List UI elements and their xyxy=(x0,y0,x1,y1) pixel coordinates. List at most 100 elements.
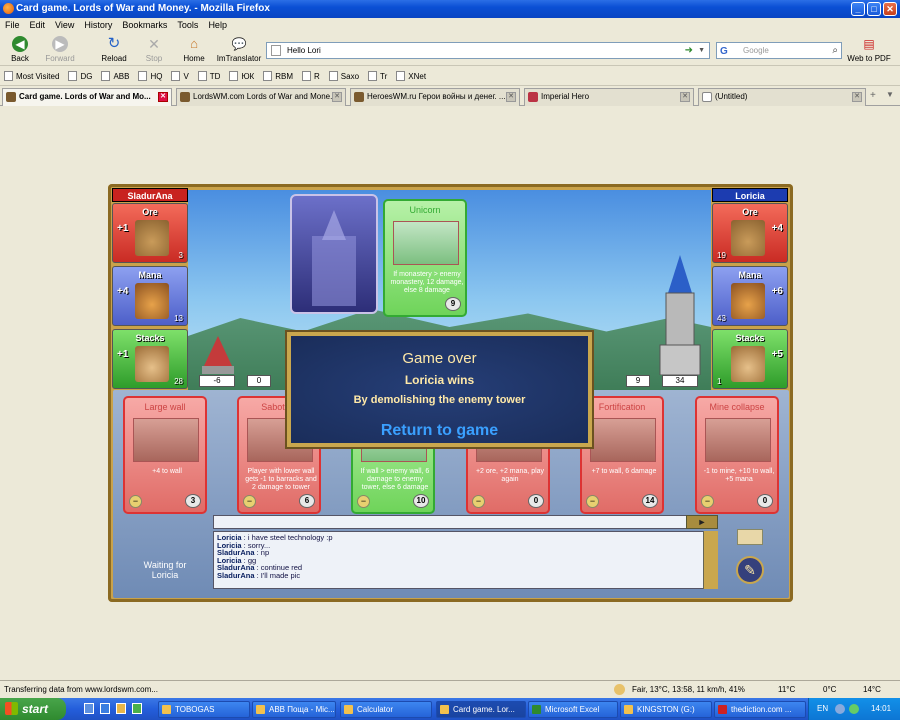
go-arrow-icon[interactable]: ➜ xyxy=(685,43,693,58)
quicklaunch-app-icon[interactable] xyxy=(132,703,142,714)
reload-button[interactable]: ↻ Reload xyxy=(96,35,132,64)
close-tab-icon[interactable]: ✕ xyxy=(680,92,690,102)
bookmark-abb[interactable]: ABB xyxy=(101,71,129,81)
start-button[interactable]: start xyxy=(0,698,66,720)
return-to-game-link[interactable]: Return to game xyxy=(291,422,588,440)
task-thediction[interactable]: thediction.com ... xyxy=(714,701,806,718)
new-tab-icon[interactable]: + xyxy=(870,90,876,101)
hand-card[interactable]: Mine collapse -1 to mine, +10 to wall, +… xyxy=(695,396,779,514)
card-cost: 3 xyxy=(185,494,201,508)
menu-view[interactable]: View xyxy=(55,18,74,33)
bookmark-xnet[interactable]: XNet xyxy=(396,71,426,81)
temperature-3: 14°C xyxy=(863,685,881,694)
resource-label: Mana xyxy=(738,270,762,280)
chat-message: SladurAna : I'll made pic xyxy=(217,570,301,580)
imtranslator-button[interactable]: 💬 ImTranslator xyxy=(214,35,264,63)
url-dropdown-icon[interactable]: ▼ xyxy=(698,43,705,58)
close-tab-icon[interactable]: ✕ xyxy=(332,92,342,102)
stop-icon: ✕ xyxy=(148,36,160,52)
home-button[interactable]: ⌂ Home xyxy=(176,35,212,63)
home-icon: ⌂ xyxy=(190,36,198,51)
bookmark-icon xyxy=(263,71,273,81)
menu-file[interactable]: File xyxy=(5,18,20,33)
menu-bookmarks[interactable]: Bookmarks xyxy=(122,18,167,33)
menu-tools[interactable]: Tools xyxy=(177,18,198,33)
bookmark-tr[interactable]: Tr xyxy=(368,71,387,81)
search-box[interactable]: G Google ⌕ xyxy=(716,42,842,59)
hand-card[interactable]: Large wall +4 to wall − 3 xyxy=(123,396,207,514)
stop-button[interactable]: ✕ Stop xyxy=(136,35,172,63)
tab-list-icon[interactable]: ▼ xyxy=(886,90,894,99)
back-button[interactable]: ◀ Back xyxy=(2,35,38,63)
menu-history[interactable]: History xyxy=(84,18,112,33)
quicklaunch-desktop-icon[interactable] xyxy=(84,703,94,714)
card-art xyxy=(133,418,199,462)
discard-icon[interactable]: − xyxy=(129,495,142,508)
translator-icon: 💬 xyxy=(231,37,247,51)
right-wall-height: 9 xyxy=(626,375,650,387)
web-to-pdf-button[interactable]: ▤ Web to PDF xyxy=(846,35,892,63)
tab-heroeswm[interactable]: HeroesWM.ru Герои войны и денег. ... ✕ xyxy=(350,88,520,106)
bookmark-saxo[interactable]: Saxo xyxy=(328,71,359,81)
task-excel[interactable]: Microsoft Excel xyxy=(528,701,618,718)
tray-icon[interactable] xyxy=(835,704,845,714)
tray-icon[interactable] xyxy=(849,704,859,714)
hand-card[interactable]: Fortification +7 to wall, 6 damage − 14 xyxy=(580,396,664,514)
windows-logo-icon xyxy=(5,702,18,715)
close-button[interactable]: ✕ xyxy=(883,2,897,16)
menu-edit[interactable]: Edit xyxy=(30,18,46,33)
language-indicator[interactable]: EN xyxy=(817,698,828,720)
task-tobogas[interactable]: TOBOGAS xyxy=(158,701,250,718)
bookmarks-toolbar: Most Visited DG ABB HQ V TD ЮК RBM R Sax… xyxy=(0,67,900,86)
played-card: Unicorn If monastery > enemy monastery, … xyxy=(383,199,467,317)
close-tab-icon[interactable]: ✕ xyxy=(852,92,862,102)
task-kingston[interactable]: KINGSTON (G:) xyxy=(620,701,712,718)
maximize-button[interactable]: □ xyxy=(867,2,881,16)
quicklaunch-ie-icon[interactable] xyxy=(100,703,110,714)
task-abb-mail[interactable]: ABB Поща - Mic... xyxy=(252,701,336,718)
window-title: Card game. Lords of War and Money. - Moz… xyxy=(16,3,270,14)
discard-icon[interactable]: − xyxy=(701,495,714,508)
bookmark-rbm[interactable]: RBM xyxy=(263,71,293,81)
resource-value: 28 xyxy=(174,377,183,386)
tab-card-game[interactable]: Card game. Lords of War and Mo... ✕ xyxy=(2,88,172,106)
card-cost: 6 xyxy=(299,494,315,508)
tab-imperial-hero[interactable]: Imperial Hero ✕ xyxy=(524,88,694,106)
clock: 14:01 xyxy=(871,704,892,713)
address-bar[interactable]: Hello Lori ➜ ▼ xyxy=(266,42,710,59)
tab-untitled[interactable]: (Untitled) ✕ xyxy=(698,88,866,106)
right-tower xyxy=(659,255,701,375)
close-tab-icon[interactable]: ✕ xyxy=(506,92,516,102)
bookmark-most-visited[interactable]: Most Visited xyxy=(4,71,59,81)
bookmark-yuk[interactable]: ЮК xyxy=(229,71,254,81)
resource-value: 3 xyxy=(178,251,183,260)
sound-toggle-icon[interactable]: ✎ xyxy=(736,556,764,584)
bookmark-r[interactable]: R xyxy=(302,71,320,81)
tab-favicon xyxy=(180,92,190,102)
chat-send-button[interactable]: ► xyxy=(686,515,718,529)
chat-input[interactable] xyxy=(213,515,717,529)
forward-button[interactable]: ▶ Forward xyxy=(42,35,78,63)
task-card-game[interactable]: Card game. Lor... xyxy=(436,701,526,718)
minimize-button[interactable]: _ xyxy=(851,2,865,16)
bookmark-hq[interactable]: HQ xyxy=(138,71,162,81)
chat-scrollbar[interactable] xyxy=(703,531,718,589)
task-label: ABB Поща - Mic... xyxy=(269,705,335,714)
discard-icon[interactable]: − xyxy=(243,495,256,508)
message-icon[interactable] xyxy=(737,529,763,545)
waiting-status: Waiting for Loricia xyxy=(143,560,187,580)
tab-lordswm[interactable]: LordsWM.com Lords of War and Mone... ✕ xyxy=(176,88,346,106)
bookmark-dg[interactable]: DG xyxy=(68,71,92,81)
home-label: Home xyxy=(183,54,205,63)
discard-icon[interactable]: − xyxy=(357,495,370,508)
discard-icon[interactable]: − xyxy=(472,495,485,508)
task-calculator[interactable]: Calculator xyxy=(340,701,432,718)
close-tab-icon[interactable]: ✕ xyxy=(158,92,168,102)
discard-icon[interactable]: − xyxy=(586,495,599,508)
bookmark-v[interactable]: V xyxy=(171,71,189,81)
bookmark-td[interactable]: TD xyxy=(197,71,220,81)
quicklaunch-firefox-icon[interactable] xyxy=(116,703,126,714)
resource-increment: +6 xyxy=(771,286,783,297)
menu-help[interactable]: Help xyxy=(208,18,227,33)
search-icon[interactable]: ⌕ xyxy=(832,43,838,58)
